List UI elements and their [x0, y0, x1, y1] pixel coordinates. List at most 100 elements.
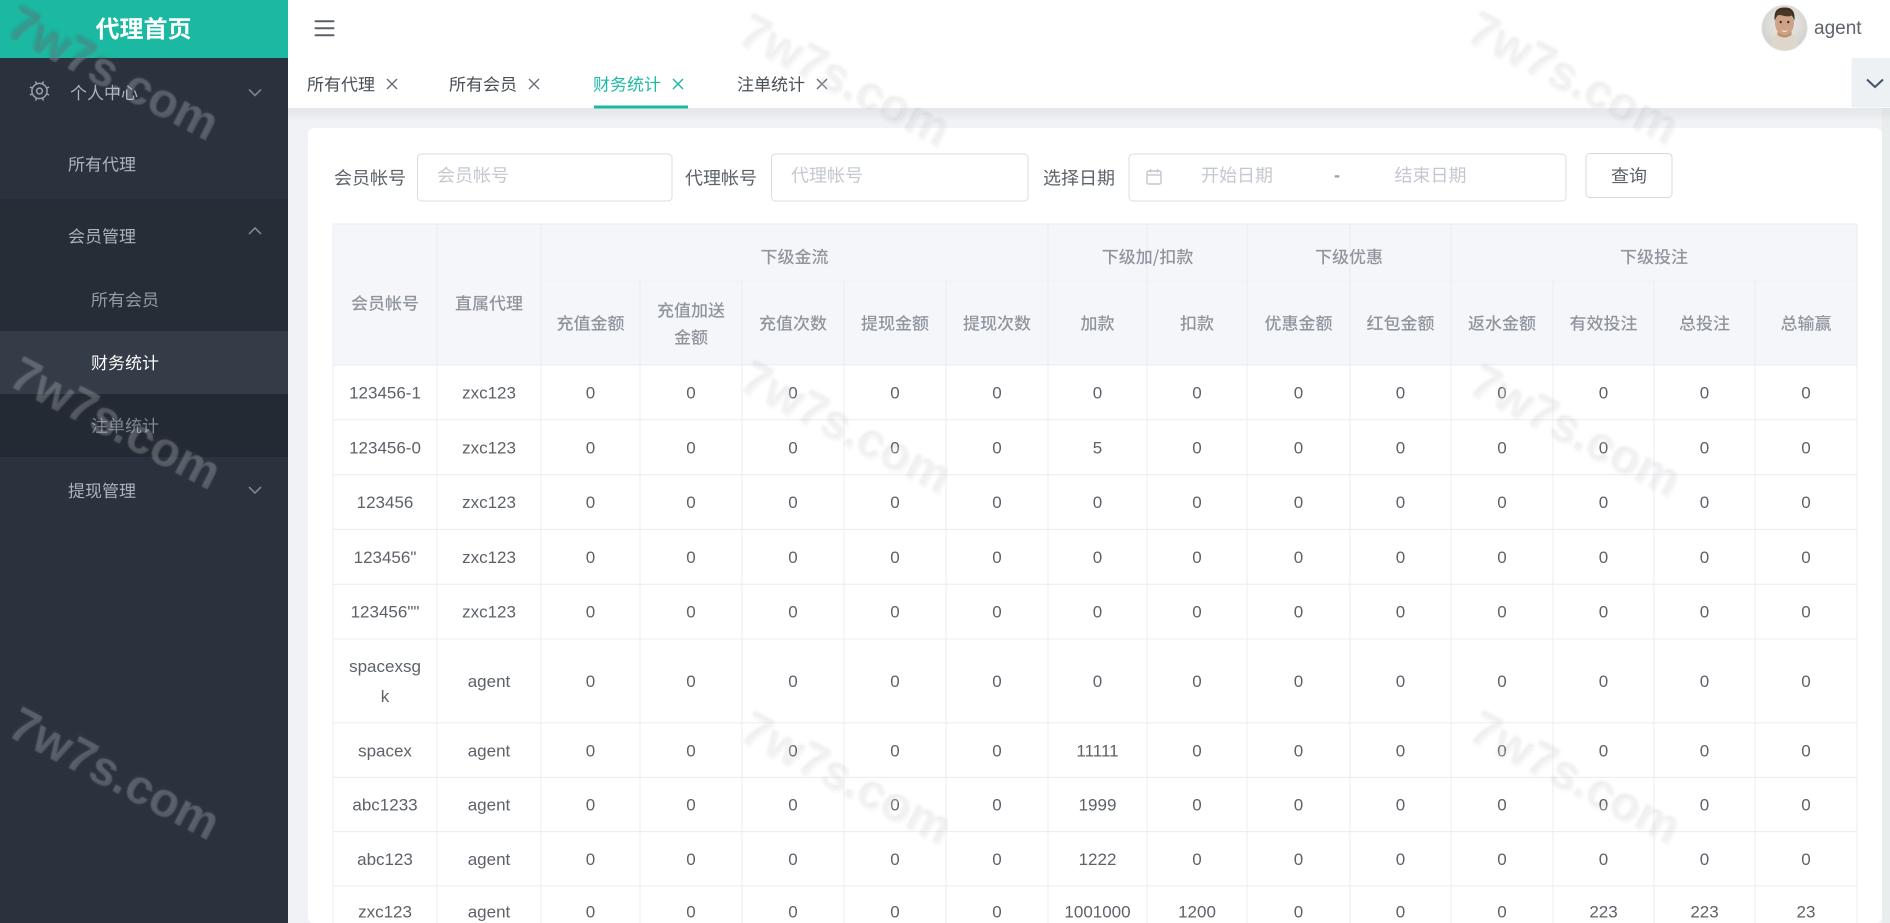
svg-text:0: 0 — [992, 903, 1001, 922]
svg-text:0: 0 — [1396, 672, 1405, 691]
svg-text:0: 0 — [788, 903, 797, 922]
svg-text:abc123: abc123 — [357, 850, 413, 869]
svg-text:0: 0 — [1700, 384, 1709, 403]
svg-text:0: 0 — [686, 850, 695, 869]
svg-text:agent: agent — [468, 672, 511, 691]
svg-text:0: 0 — [1396, 903, 1405, 922]
svg-text:0: 0 — [586, 741, 595, 760]
svg-text:zxc123: zxc123 — [462, 438, 516, 457]
svg-text:0: 0 — [1497, 672, 1506, 691]
svg-text:0: 0 — [992, 741, 1001, 760]
svg-text:0: 0 — [1294, 384, 1303, 403]
svg-text:0: 0 — [890, 903, 899, 922]
svg-text:1222: 1222 — [1079, 850, 1117, 869]
svg-text:123456"": 123456"" — [351, 603, 420, 622]
svg-text:0: 0 — [992, 493, 1001, 512]
svg-text:0: 0 — [1192, 850, 1201, 869]
svg-text:0: 0 — [1294, 603, 1303, 622]
svg-text:0: 0 — [890, 548, 899, 567]
svg-text:0: 0 — [1801, 548, 1810, 567]
svg-text:0: 0 — [1801, 493, 1810, 512]
svg-text:1200: 1200 — [1178, 903, 1216, 922]
svg-text:0: 0 — [1396, 548, 1405, 567]
svg-text:0: 0 — [1700, 672, 1709, 691]
svg-text:0: 0 — [1801, 672, 1810, 691]
svg-text:0: 0 — [1192, 493, 1201, 512]
svg-text:0: 0 — [1093, 672, 1102, 691]
svg-text:0: 0 — [1599, 850, 1608, 869]
svg-text:0: 0 — [1294, 903, 1303, 922]
svg-text:0: 0 — [1396, 850, 1405, 869]
svg-text:abc1233: abc1233 — [352, 796, 417, 815]
svg-text:0: 0 — [788, 548, 797, 567]
svg-text:0: 0 — [890, 603, 899, 622]
svg-text:0: 0 — [992, 438, 1001, 457]
svg-text:0: 0 — [1599, 548, 1608, 567]
svg-text:0: 0 — [1497, 796, 1506, 815]
svg-text:0: 0 — [890, 384, 899, 403]
svg-text:0: 0 — [586, 384, 595, 403]
svg-text:0: 0 — [992, 672, 1001, 691]
svg-text:0: 0 — [1294, 493, 1303, 512]
svg-text:0: 0 — [788, 438, 797, 457]
svg-text:spacex: spacex — [358, 741, 412, 760]
svg-text:123456-1: 123456-1 — [349, 384, 421, 403]
svg-text:zxc123: zxc123 — [462, 384, 516, 403]
svg-text:0: 0 — [1599, 384, 1608, 403]
svg-text:0: 0 — [890, 672, 899, 691]
svg-text:0: 0 — [788, 603, 797, 622]
svg-text:1999: 1999 — [1079, 796, 1117, 815]
svg-text:11111: 11111 — [1076, 741, 1118, 760]
svg-text:zxc123: zxc123 — [462, 603, 516, 622]
svg-text:123456-0: 123456-0 — [349, 438, 421, 457]
svg-text:0: 0 — [1599, 603, 1608, 622]
svg-text:k: k — [381, 687, 390, 706]
svg-text:0: 0 — [1294, 796, 1303, 815]
svg-text:0: 0 — [1192, 741, 1201, 760]
svg-text:agent: agent — [468, 850, 511, 869]
svg-text:0: 0 — [1396, 796, 1405, 815]
svg-text:0: 0 — [1192, 796, 1201, 815]
svg-text:0: 0 — [1599, 741, 1608, 760]
svg-text:0: 0 — [1396, 741, 1405, 760]
svg-text:0: 0 — [1700, 438, 1709, 457]
svg-text:0: 0 — [1497, 850, 1506, 869]
svg-text:0: 0 — [1093, 603, 1102, 622]
svg-text:0: 0 — [1801, 850, 1810, 869]
svg-text:0: 0 — [1294, 672, 1303, 691]
svg-text:0: 0 — [1093, 493, 1102, 512]
svg-text:0: 0 — [686, 384, 695, 403]
svg-text:0: 0 — [890, 741, 899, 760]
svg-text:0: 0 — [586, 903, 595, 922]
svg-text:0: 0 — [1192, 603, 1201, 622]
svg-text:0: 0 — [992, 548, 1001, 567]
svg-text:0: 0 — [586, 850, 595, 869]
svg-text:0: 0 — [1700, 493, 1709, 512]
svg-text:0: 0 — [1801, 796, 1810, 815]
svg-text:0: 0 — [1192, 672, 1201, 691]
svg-text:0: 0 — [1396, 493, 1405, 512]
svg-text:0: 0 — [788, 672, 797, 691]
svg-text:0: 0 — [1093, 384, 1102, 403]
svg-text:0: 0 — [1396, 438, 1405, 457]
svg-text:-: - — [1334, 165, 1340, 185]
svg-text:0: 0 — [1497, 438, 1506, 457]
svg-text:0: 0 — [1801, 741, 1810, 760]
svg-text:0: 0 — [788, 850, 797, 869]
svg-text:0: 0 — [1396, 384, 1405, 403]
svg-text:agent: agent — [468, 903, 511, 922]
svg-text:agent: agent — [468, 741, 511, 760]
svg-text:5: 5 — [1093, 438, 1102, 457]
svg-text:0: 0 — [1700, 548, 1709, 567]
svg-text:0: 0 — [1700, 603, 1709, 622]
svg-text:0: 0 — [890, 493, 899, 512]
svg-text:zxc123: zxc123 — [462, 548, 516, 567]
svg-text:0: 0 — [1497, 603, 1506, 622]
svg-text:0: 0 — [1497, 548, 1506, 567]
svg-text:1001000: 1001000 — [1064, 903, 1130, 922]
svg-text:0: 0 — [788, 796, 797, 815]
svg-text:0: 0 — [1801, 384, 1810, 403]
svg-text:0: 0 — [586, 796, 595, 815]
svg-text:0: 0 — [1294, 850, 1303, 869]
svg-text:0: 0 — [686, 493, 695, 512]
